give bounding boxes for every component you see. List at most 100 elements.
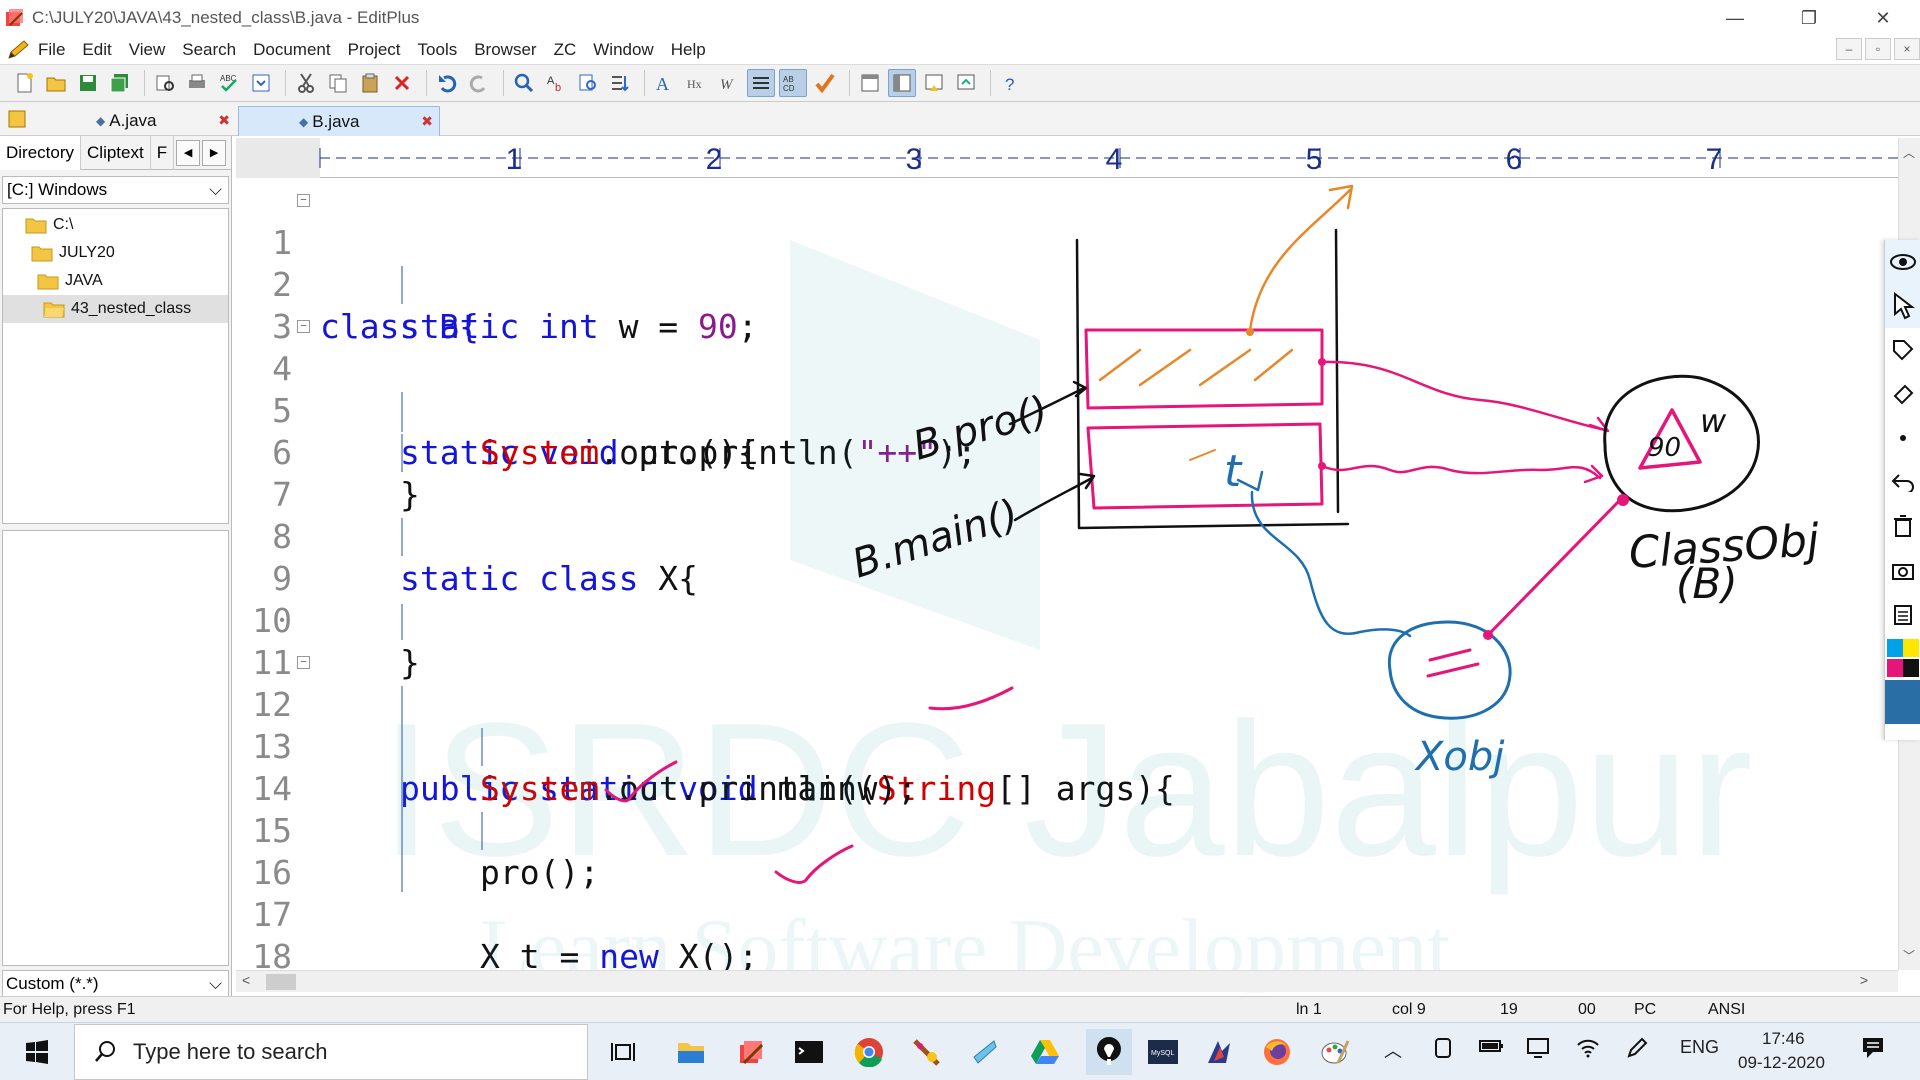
clock-time[interactable]: 17:46 xyxy=(1762,1029,1805,1049)
tab-functions[interactable]: F xyxy=(151,135,175,170)
tree-item-c[interactable]: C:\ xyxy=(3,211,228,239)
tile-windows-icon[interactable] xyxy=(920,69,948,97)
replace-icon[interactable]: Ab xyxy=(542,69,570,97)
chevron-down-icon[interactable]: ﹀ xyxy=(1903,947,1915,964)
taskbar-search-box[interactable]: Type here to search xyxy=(74,1024,588,1080)
battery-icon[interactable] xyxy=(1478,1037,1504,1060)
font-icon[interactable]: A xyxy=(651,69,679,97)
undo-icon[interactable] xyxy=(433,69,461,97)
tree-item-july20[interactable]: JULY20 xyxy=(3,239,228,267)
mdi-close-button[interactable]: × xyxy=(1894,38,1920,60)
task-view-icon[interactable] xyxy=(606,1035,640,1069)
tab-cliptext[interactable]: Cliptext xyxy=(81,135,151,170)
word-wrap-icon[interactable]: W xyxy=(715,69,743,97)
clipboard-icon[interactable] xyxy=(1885,592,1920,636)
chevron-up-icon[interactable]: ︿ xyxy=(1903,144,1915,161)
mdi-restore-button[interactable]: ▫ xyxy=(1865,38,1891,60)
whiteboard-app-icon[interactable] xyxy=(1086,1029,1132,1075)
windows-start-icon[interactable] xyxy=(20,1035,54,1069)
find-in-files-icon[interactable] xyxy=(574,69,602,97)
save-icon[interactable] xyxy=(74,69,102,97)
open-folder-icon[interactable] xyxy=(42,69,70,97)
chevron-left-icon[interactable]: < xyxy=(242,972,250,988)
goto-line-icon[interactable] xyxy=(606,69,634,97)
menu-zc[interactable]: ZC xyxy=(554,40,577,60)
output-window-icon[interactable] xyxy=(856,69,884,97)
menu-view[interactable]: View xyxy=(129,40,166,60)
fold-toggle-icon[interactable]: − xyxy=(297,194,310,207)
paste-icon[interactable] xyxy=(356,69,384,97)
scroll-thumb[interactable] xyxy=(266,974,296,990)
menu-help[interactable]: Help xyxy=(671,40,706,60)
copy-icon[interactable] xyxy=(324,69,352,97)
color-palette-icon[interactable] xyxy=(1885,636,1920,680)
dot-icon[interactable] xyxy=(1885,416,1920,460)
chrome-icon[interactable] xyxy=(852,1035,886,1069)
meet-now-icon[interactable] xyxy=(1432,1037,1454,1064)
chevron-left-icon[interactable]: ◀ xyxy=(176,139,201,166)
find-icon[interactable] xyxy=(510,69,538,97)
chevron-up-icon[interactable]: ︿ xyxy=(1384,1037,1402,1063)
terminal-icon[interactable] xyxy=(792,1035,826,1069)
maximize-button[interactable]: ❐ xyxy=(1772,0,1846,36)
ruler-icon[interactable]: AB CD xyxy=(779,69,807,97)
spell-check-icon[interactable]: ABC xyxy=(215,69,243,97)
tab-b-java[interactable]: ◆ B.java ✖ xyxy=(238,106,440,136)
minimize-button[interactable]: — xyxy=(1698,0,1772,36)
editplus-taskbar-icon[interactable] xyxy=(734,1035,768,1069)
chevron-right-icon[interactable]: ▶ xyxy=(202,139,227,166)
tab-a-java[interactable]: ◆ A.java ✖ xyxy=(36,106,236,136)
print-icon[interactable] xyxy=(183,69,211,97)
firefox-icon[interactable] xyxy=(1260,1035,1294,1069)
menu-edit[interactable]: Edit xyxy=(82,40,111,60)
code-editor[interactable]: 1 − class B{ 2 static int w = 90; 3 4 − … xyxy=(236,180,1898,970)
paint-icon[interactable] xyxy=(1318,1035,1352,1069)
language-indicator[interactable]: ENG xyxy=(1680,1037,1719,1058)
save-all-icon[interactable] xyxy=(106,69,134,97)
file-list[interactable] xyxy=(2,530,229,966)
cursor-icon[interactable] xyxy=(1885,284,1920,328)
undo-arrow-icon[interactable] xyxy=(1885,460,1920,504)
eraser-icon[interactable] xyxy=(1885,372,1920,416)
eye-icon[interactable] xyxy=(1885,240,1920,284)
menu-tools[interactable]: Tools xyxy=(418,40,458,60)
notifications-icon[interactable] xyxy=(1860,1035,1886,1066)
tag-icon[interactable] xyxy=(1885,328,1920,372)
file-explorer-icon[interactable] xyxy=(674,1035,708,1069)
print-preview-icon[interactable] xyxy=(151,69,179,97)
network-monitor-icon[interactable] xyxy=(1526,1037,1550,1064)
tab-close-icon[interactable]: ✖ xyxy=(218,112,230,129)
mysql-icon[interactable]: MySQL xyxy=(1146,1035,1180,1069)
mdi-minimize-button[interactable]: – xyxy=(1836,38,1862,60)
line-numbers-icon[interactable] xyxy=(747,69,775,97)
eclipse-icon[interactable] xyxy=(1202,1035,1236,1069)
drive-select[interactable]: [C:] Windows ⌵ xyxy=(2,176,229,204)
fold-toggle-icon[interactable]: − xyxy=(297,656,310,669)
menu-search[interactable]: Search xyxy=(182,40,236,60)
help-icon[interactable]: ? xyxy=(997,69,1025,97)
delete-icon[interactable] xyxy=(388,69,416,97)
clock-date[interactable]: 09-12-2020 xyxy=(1738,1053,1825,1073)
snipping-tool-icon[interactable] xyxy=(968,1035,1002,1069)
browser-preview-icon[interactable] xyxy=(247,69,275,97)
check-icon[interactable] xyxy=(811,69,839,97)
camera-icon[interactable] xyxy=(1885,548,1920,592)
google-drive-icon[interactable] xyxy=(1028,1035,1062,1069)
menu-window[interactable]: Window xyxy=(593,40,653,60)
close-button[interactable]: ✕ xyxy=(1846,0,1920,36)
wifi-icon[interactable] xyxy=(1576,1037,1600,1064)
color-blue-swatch[interactable] xyxy=(1885,680,1920,724)
hex-view-icon[interactable]: Hx xyxy=(683,69,711,97)
screen-icon[interactable] xyxy=(952,69,980,97)
horizontal-scrollbar[interactable]: < > xyxy=(236,970,1898,992)
pen-icon[interactable] xyxy=(1626,1037,1648,1064)
chevron-right-icon[interactable]: > xyxy=(1860,972,1868,988)
menu-browser[interactable]: Browser xyxy=(474,40,536,60)
tab-directory[interactable]: Directory xyxy=(0,135,82,170)
fold-toggle-icon[interactable]: − xyxy=(297,320,310,333)
tab-close-icon[interactable]: ✖ xyxy=(421,113,433,130)
new-file-icon[interactable] xyxy=(10,69,38,97)
tree-item-43-nested-class[interactable]: 43_nested_class xyxy=(3,295,228,323)
trash-icon[interactable] xyxy=(1885,504,1920,548)
redo-icon[interactable] xyxy=(465,69,493,97)
